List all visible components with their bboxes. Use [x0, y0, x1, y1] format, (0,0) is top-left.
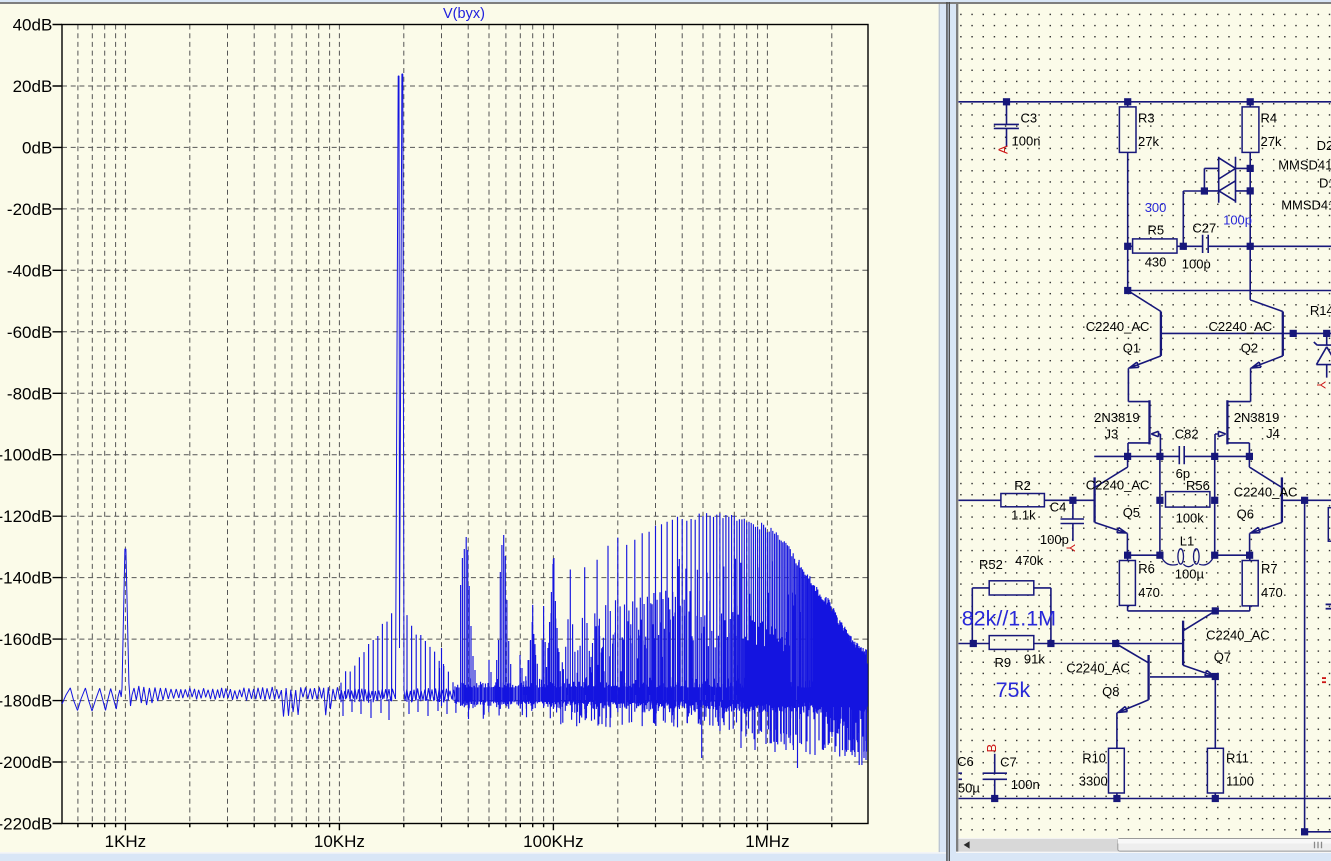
svg-text:MMSD4148: MMSD4148: [1281, 197, 1331, 212]
svg-text:C6: C6: [957, 754, 974, 769]
svg-text:75k: 75k: [996, 678, 1031, 702]
svg-text:V(byx): V(byx): [443, 6, 485, 22]
svg-text:1KHz: 1KHz: [105, 832, 147, 851]
svg-text:100KHz: 100KHz: [523, 832, 583, 851]
svg-text:C2240_AC: C2240_AC: [1234, 484, 1298, 499]
svg-text:-80dB: -80dB: [7, 384, 52, 403]
svg-text:20dB: 20dB: [13, 77, 53, 96]
svg-text:C2240_AC: C2240_AC: [1086, 478, 1150, 493]
svg-text:2N3819: 2N3819: [1094, 410, 1140, 425]
svg-text:Q6: Q6: [1237, 506, 1254, 521]
svg-text:C7: C7: [1000, 755, 1017, 770]
svg-text:-100dB: -100dB: [0, 446, 52, 465]
svg-text:B: B: [984, 744, 999, 753]
svg-text:C82: C82: [1175, 427, 1199, 442]
svg-text:-160dB: -160dB: [0, 630, 52, 649]
svg-text:91k: 91k: [1024, 652, 1045, 667]
svg-text:-40dB: -40dB: [7, 261, 52, 280]
svg-text:R7: R7: [1261, 561, 1278, 576]
svg-text:C2240_AC: C2240_AC: [1209, 319, 1273, 334]
svg-text:Q1: Q1: [1123, 341, 1140, 356]
svg-text:0dB: 0dB: [22, 138, 52, 157]
svg-text:1MHz: 1MHz: [745, 832, 789, 851]
svg-text:C2240_AC: C2240_AC: [1066, 660, 1130, 675]
svg-text:Y: Y: [1064, 544, 1078, 552]
svg-text:Q7: Q7: [1214, 649, 1231, 664]
svg-text:100p: 100p: [1223, 212, 1252, 227]
svg-text:27k: 27k: [1261, 134, 1282, 149]
svg-text:D2: D2: [1317, 138, 1331, 153]
svg-text:J3: J3: [1105, 427, 1119, 442]
svg-text:J4: J4: [1266, 426, 1280, 441]
svg-text:C4: C4: [1050, 499, 1067, 514]
svg-text:-140dB: -140dB: [0, 569, 52, 588]
svg-text:C2240_AC: C2240_AC: [1086, 319, 1150, 334]
svg-text:Q2: Q2: [1241, 341, 1258, 356]
svg-text:R52: R52: [979, 557, 1003, 572]
svg-text:R6: R6: [1138, 561, 1155, 576]
svg-text:R9: R9: [995, 655, 1012, 670]
svg-text:430: 430: [1145, 254, 1167, 269]
svg-text:470k: 470k: [1015, 553, 1044, 568]
svg-text:1.1k: 1.1k: [1011, 507, 1036, 522]
svg-text:100µ: 100µ: [1175, 567, 1205, 582]
svg-text:MMSD4148: MMSD4148: [1278, 158, 1331, 173]
svg-text:300: 300: [1145, 200, 1167, 215]
svg-text:Q5: Q5: [1123, 505, 1140, 520]
svg-text:82k//1.1M: 82k//1.1M: [962, 606, 1056, 630]
svg-text:Y: Y: [1314, 381, 1328, 389]
svg-text:100p: 100p: [1182, 256, 1211, 271]
svg-text:1100: 1100: [1226, 773, 1254, 788]
svg-text:470: 470: [1261, 585, 1283, 600]
svg-text:-60dB: -60dB: [7, 323, 52, 342]
svg-text:50µ: 50µ: [958, 781, 980, 796]
svg-text:3300: 3300: [1079, 773, 1108, 788]
svg-text:R4: R4: [1261, 110, 1278, 125]
svg-text:40dB: 40dB: [13, 16, 53, 35]
svg-text:100n: 100n: [1011, 777, 1040, 792]
svg-text:R5: R5: [1148, 223, 1165, 238]
svg-text:-120dB: -120dB: [0, 507, 52, 526]
svg-text:C3: C3: [1021, 110, 1038, 125]
svg-text:C27: C27: [1192, 221, 1216, 236]
svg-text:470: 470: [1138, 585, 1160, 600]
svg-text:-180dB: -180dB: [0, 692, 52, 711]
svg-text:100k: 100k: [1176, 511, 1205, 526]
svg-text:C2240_AC: C2240_AC: [1206, 628, 1270, 643]
svg-text:Q8: Q8: [1102, 684, 1119, 699]
svg-text:R11: R11: [1226, 750, 1249, 765]
svg-text:R3: R3: [1138, 110, 1155, 125]
svg-text:R2: R2: [1014, 478, 1031, 493]
svg-text:27k: 27k: [1138, 134, 1159, 149]
svg-text:L1: L1: [1180, 534, 1194, 549]
svg-text:R10: R10: [1082, 750, 1106, 765]
svg-text:100n: 100n: [1012, 134, 1041, 149]
svg-text:2N3819: 2N3819: [1234, 410, 1280, 425]
svg-text:D1: D1: [1319, 175, 1331, 190]
svg-text:-20dB: -20dB: [7, 200, 52, 219]
svg-text:-200dB: -200dB: [0, 753, 52, 772]
svg-text:R56: R56: [1186, 478, 1210, 493]
svg-text:-220dB: -220dB: [0, 815, 52, 834]
svg-text:10KHz: 10KHz: [314, 832, 365, 851]
svg-text:R14: R14: [1310, 303, 1331, 318]
svg-text:A: A: [996, 145, 1011, 154]
